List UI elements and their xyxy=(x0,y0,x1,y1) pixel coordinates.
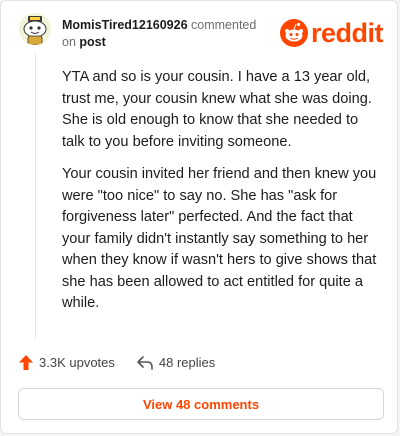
view-comments-button[interactable]: View 48 comments xyxy=(18,388,384,420)
on-text: on xyxy=(62,35,76,49)
snoo-avatar-icon xyxy=(19,13,51,45)
replies-count: 48 replies xyxy=(158,355,216,370)
thread-line[interactable] xyxy=(35,53,36,339)
reddit-alien-icon xyxy=(279,19,308,47)
replies-button[interactable]: 48 replies xyxy=(137,355,215,370)
upvote-button[interactable]: 3.3K upvotes xyxy=(19,355,115,370)
post-link[interactable]: post xyxy=(79,35,105,49)
upvote-arrow-icon xyxy=(19,355,33,370)
reply-arrow-icon xyxy=(137,355,153,370)
comment-actions: 3.3K upvotes 48 replies xyxy=(19,355,215,370)
upvote-count: 3.3K upvotes xyxy=(39,355,115,370)
comment-card: MomisTired12160926 commented on post red… xyxy=(0,0,398,434)
reddit-wordmark: reddit xyxy=(310,18,384,48)
avatar[interactable] xyxy=(19,13,51,45)
comment-paragraph: YTA and so is your cousin. I have a 13 y… xyxy=(62,69,372,150)
action-text: commented xyxy=(191,18,257,32)
comment-paragraph: Your cousin invited her friend and then … xyxy=(62,166,377,311)
username[interactable]: MomisTired12160926 xyxy=(62,18,188,32)
comment-header: MomisTired12160926 commented on post xyxy=(62,17,256,51)
comment-body: YTA and so is your cousin. I have a 13 y… xyxy=(62,67,384,326)
reddit-logo[interactable]: reddit xyxy=(279,18,384,48)
